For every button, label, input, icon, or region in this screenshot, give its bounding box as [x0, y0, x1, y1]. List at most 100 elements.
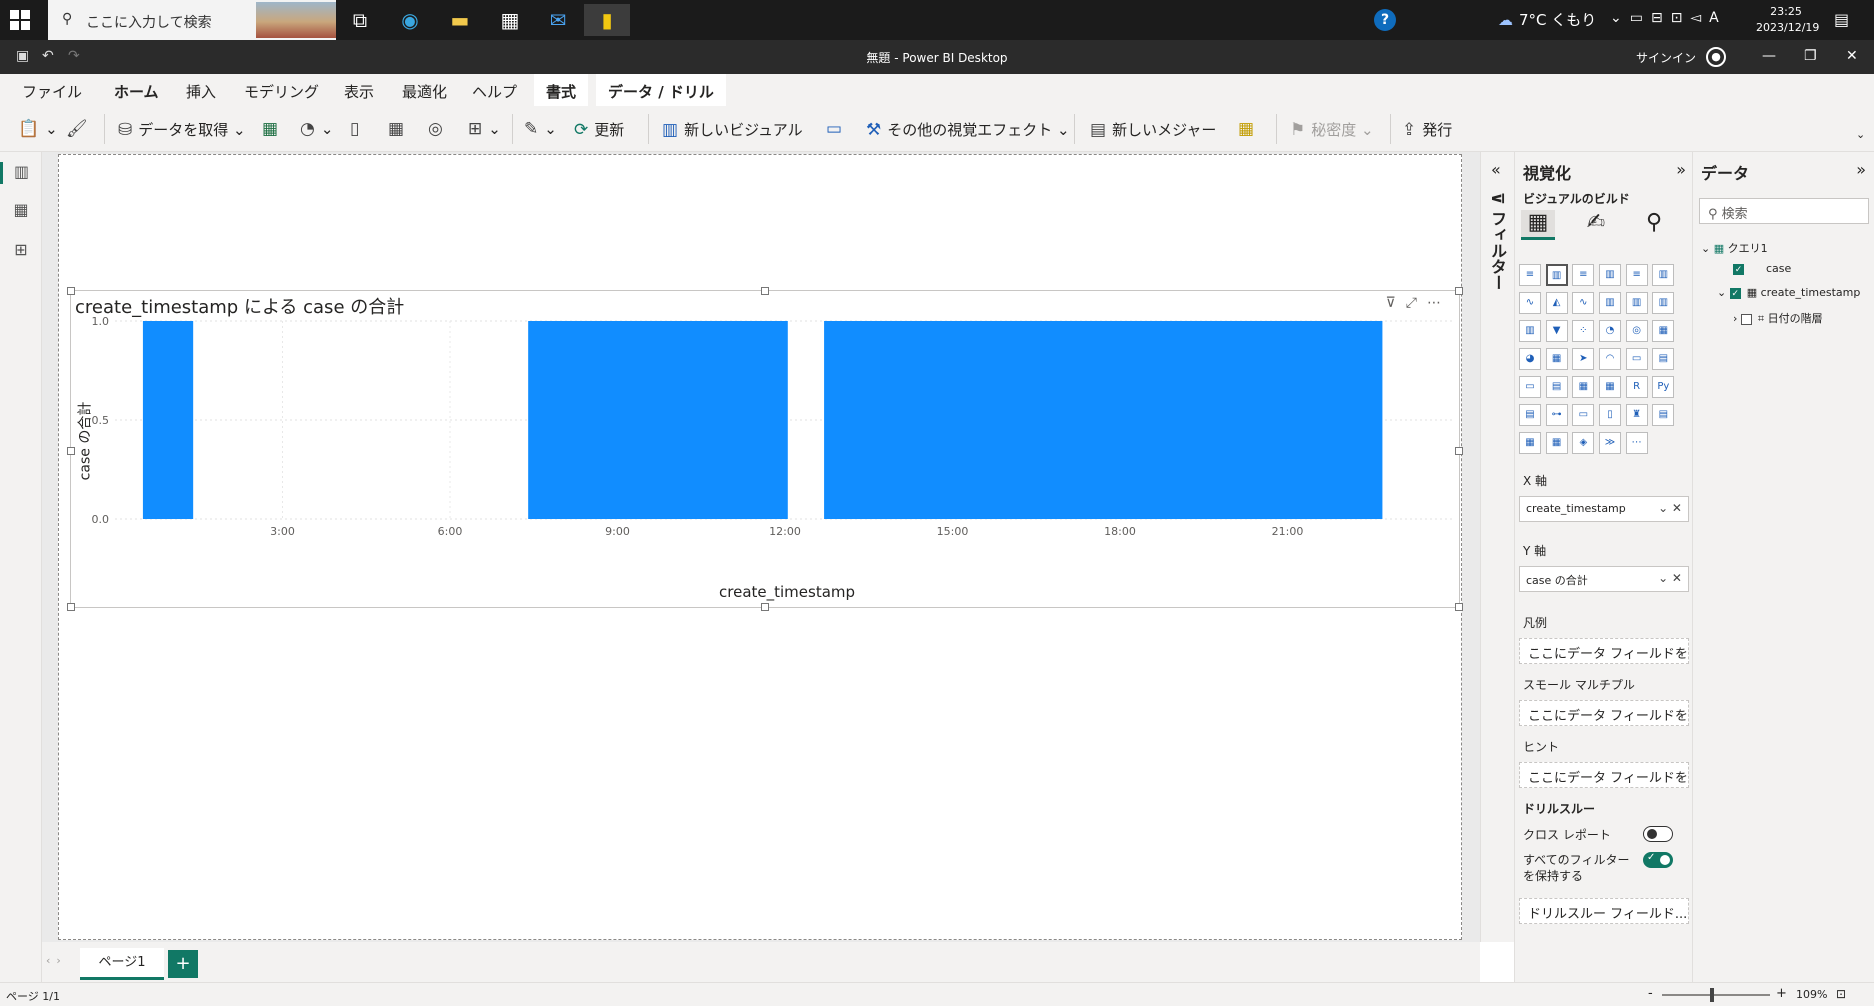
analytics-tab[interactable]: ⚲: [1637, 210, 1671, 240]
excel-button[interactable]: ▦: [262, 119, 284, 139]
restore-icon[interactable]: ❐: [1804, 48, 1817, 64]
tooltips-drop-zone[interactable]: ここにデータ フィールドを...: [1519, 762, 1689, 788]
visual-type-icon[interactable]: ▤: [1652, 404, 1675, 426]
visual-type-icon[interactable]: ≡: [1572, 264, 1595, 286]
visual-type-icon[interactable]: ⁘: [1572, 320, 1595, 342]
new-measure-button[interactable]: ▤ 新しいメジャー: [1090, 119, 1216, 140]
dataverse-button[interactable]: ▯: [350, 119, 365, 139]
visual-type-icon[interactable]: ⋯: [1625, 432, 1648, 454]
zoom-slider-thumb[interactable]: [1710, 988, 1714, 1002]
add-page-button[interactable]: +: [168, 950, 198, 978]
visual-type-icon[interactable]: ≡: [1519, 264, 1541, 286]
visual-type-icon[interactable]: ➤: [1572, 348, 1595, 370]
enter-data-button[interactable]: ▦: [388, 119, 410, 139]
signin-link[interactable]: サインイン: [1636, 49, 1696, 66]
visual-type-icon[interactable]: ▥: [1625, 292, 1648, 314]
close-icon[interactable]: ✕: [1846, 48, 1858, 64]
tab-file[interactable]: ファイル: [22, 81, 82, 102]
visual-type-icon[interactable]: ▥: [1652, 292, 1675, 314]
visual-type-icon[interactable]: ▦: [1572, 376, 1595, 398]
visual-type-icon[interactable]: ▦: [1545, 432, 1568, 454]
visual-type-icon[interactable]: ▭: [1625, 348, 1648, 370]
ribbon-collapse-icon[interactable]: ⌄: [1856, 128, 1865, 141]
taskbar-clock[interactable]: 23:25 2023/12/19: [1756, 4, 1819, 36]
zoom-out-icon[interactable]: -: [1648, 986, 1653, 1001]
page-tab-1[interactable]: ページ1: [80, 948, 164, 980]
visual-type-icon[interactable]: ◠: [1598, 348, 1621, 370]
publish-button[interactable]: ⇪ 発行: [1402, 119, 1452, 140]
store-icon[interactable]: ▦: [490, 4, 530, 36]
mail-icon[interactable]: ✉: [538, 4, 578, 36]
format-visual-tab[interactable]: ✍: [1579, 210, 1613, 240]
tab-home[interactable]: ホーム: [114, 81, 159, 109]
x-axis-field-well[interactable]: create_timestamp ⌄ ✕: [1519, 496, 1689, 522]
weather-widget[interactable]: ☁ 7°C くもり: [1498, 9, 1596, 30]
tab-view[interactable]: 表示: [344, 81, 374, 102]
visual-type-icon[interactable]: ▥: [1545, 264, 1568, 286]
y-axis-field-well[interactable]: case の合計 ⌄ ✕: [1519, 566, 1689, 592]
report-view-icon[interactable]: ▥: [0, 162, 32, 184]
bar-chart-visual[interactable]: create_timestamp による case の合計 ⊽⤢⋯ 0.0 0.5…: [67, 287, 1463, 611]
system-tray-icons[interactable]: ⌄▭⊟⊡◅A: [1610, 10, 1727, 26]
visual-type-icon[interactable]: ▦: [1545, 348, 1568, 370]
field-controls[interactable]: ⌄ ✕: [1658, 501, 1682, 515]
visual-type-icon[interactable]: ♜: [1625, 404, 1648, 426]
paste-button[interactable]: 📋 ⌄: [18, 119, 58, 139]
model-view-icon[interactable]: ⊞: [10, 240, 32, 262]
visual-type-icon[interactable]: ▥: [1598, 264, 1621, 286]
field-create-timestamp[interactable]: ⌄ ✓ ▦ create_timestamp: [1717, 286, 1860, 299]
chevron-right-icon[interactable]: »: [1676, 160, 1686, 179]
cross-report-toggle[interactable]: [1643, 826, 1673, 842]
visual-type-icon[interactable]: ◎: [1625, 320, 1648, 342]
tab-help[interactable]: ヘルプ: [472, 81, 517, 102]
new-visual-button[interactable]: ▥ 新しいビジュアル: [662, 119, 803, 140]
table-node-query1[interactable]: ⌄ ▦ クエリ1: [1701, 240, 1768, 256]
visual-type-icon[interactable]: ∿: [1519, 292, 1541, 314]
task-view-icon[interactable]: ⧉: [340, 4, 380, 36]
tab-format[interactable]: 書式: [534, 74, 589, 106]
field-controls[interactable]: ⌄ ✕: [1658, 571, 1682, 585]
visual-type-icon[interactable]: ▦: [1652, 320, 1675, 342]
help-icon[interactable]: ?: [1374, 9, 1396, 31]
visual-type-icon[interactable]: ◕: [1519, 348, 1541, 370]
table-view-icon[interactable]: ▦: [10, 200, 32, 222]
visual-type-icon[interactable]: ◭: [1545, 292, 1568, 314]
page-nav-arrows[interactable]: ‹›: [46, 954, 67, 967]
chevron-right-icon[interactable]: »: [1856, 160, 1866, 179]
visual-type-icon[interactable]: ▤: [1519, 404, 1541, 426]
visual-type-icon[interactable]: ▤: [1652, 348, 1675, 370]
visual-type-icon[interactable]: ◔: [1598, 320, 1621, 342]
sensitivity-button[interactable]: ⚑ 秘密度 ⌄: [1290, 119, 1374, 140]
recent-sources-button[interactable]: ◎: [428, 119, 449, 139]
text-box-button[interactable]: ▭: [826, 119, 848, 139]
refresh-button[interactable]: ⟳ 更新: [574, 119, 624, 140]
tab-insert[interactable]: 挿入: [186, 81, 216, 102]
visual-type-icon[interactable]: R: [1625, 376, 1648, 398]
small-multiples-drop-zone[interactable]: ここにデータ フィールドを...: [1519, 700, 1689, 726]
get-data-button[interactable]: ⛁ データを取得 ⌄: [118, 119, 246, 140]
file-explorer-icon[interactable]: ▬: [440, 4, 480, 36]
drillthrough-drop-zone[interactable]: ドリルスルー フィールド...: [1519, 898, 1689, 924]
build-visual-tab[interactable]: ▦: [1521, 210, 1555, 240]
legend-drop-zone[interactable]: ここにデータ フィールドを...: [1519, 638, 1689, 664]
format-painter-button[interactable]: 🖌: [66, 119, 94, 139]
tab-modeling[interactable]: モデリング: [244, 81, 319, 102]
account-icon[interactable]: ●: [1706, 47, 1726, 67]
zoom-slider[interactable]: [1662, 994, 1770, 996]
visual-type-icon[interactable]: ≫: [1598, 432, 1621, 454]
field-case[interactable]: ✓ case: [1733, 262, 1791, 275]
date-hierarchy-node[interactable]: › ⌗ 日付の階層: [1733, 310, 1823, 326]
checkbox-unchecked[interactable]: [1740, 313, 1752, 325]
checkbox-checked[interactable]: ✓: [1729, 287, 1741, 299]
visual-type-icon[interactable]: ≡: [1625, 264, 1648, 286]
minimize-icon[interactable]: —: [1762, 48, 1776, 64]
visual-type-icon[interactable]: ▭: [1572, 404, 1595, 426]
notification-icon[interactable]: ▤: [1834, 10, 1849, 29]
visual-type-icon[interactable]: ▼: [1545, 320, 1568, 342]
edge-browser-icon[interactable]: ◉: [390, 4, 430, 36]
visual-type-icon[interactable]: ▤: [1545, 376, 1568, 398]
visual-type-icon[interactable]: ∿: [1572, 292, 1595, 314]
visual-type-icon[interactable]: ▭: [1519, 376, 1541, 398]
tab-optimize[interactable]: 最適化: [402, 81, 447, 102]
transform-data-button[interactable]: ⊞ ⌄: [468, 119, 501, 139]
